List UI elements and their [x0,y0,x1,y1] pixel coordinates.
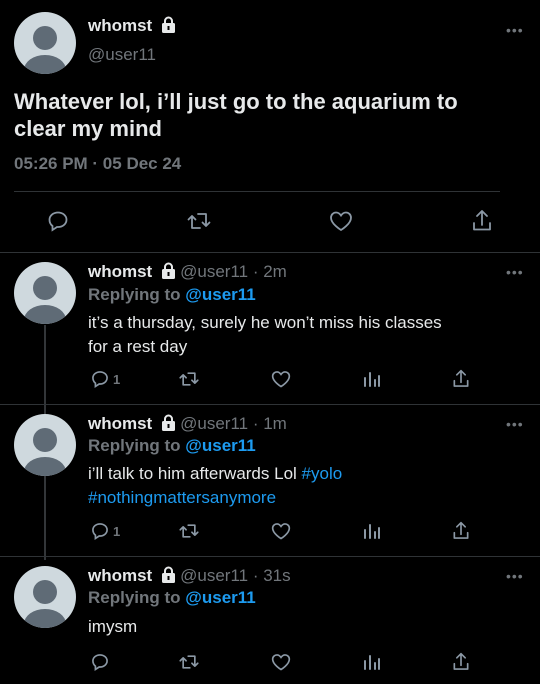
handle-and-time[interactable]: @user11 · 2m [180,262,287,281]
tweet-text-line: imysm [88,617,138,636]
avatar[interactable] [14,566,76,628]
handle-and-time[interactable]: @user11 · 31s [180,566,291,585]
share-button[interactable] [470,208,494,234]
reply-count: 1 [113,523,121,539]
analytics-button[interactable] [362,652,382,672]
handle[interactable]: @user11 [88,45,156,65]
heart-icon [271,371,291,388]
tweet-text: i’ll talk to him afterwards Lol #yolo #n… [88,462,342,510]
retweet-icon [179,655,199,669]
retweet-button[interactable] [178,369,200,389]
share-icon [453,369,469,387]
display-name[interactable]: whomst [88,414,152,433]
like-button[interactable] [270,521,292,541]
like-button[interactable] [270,369,292,389]
retweet-button[interactable] [186,209,212,233]
share-icon [453,521,469,539]
reply-icon [92,523,108,541]
heart-icon [330,211,352,232]
reply-button[interactable] [46,209,70,233]
more-options-icon[interactable]: ••• [506,568,524,584]
reply-icon [48,211,68,232]
analytics-icon [364,372,380,387]
tweet-text-line: it’s a thursday, surely he won’t miss hi… [88,313,442,332]
divider [0,404,540,405]
divider [14,191,500,192]
reply-button[interactable] [90,652,113,672]
share-button[interactable] [451,651,471,673]
more-options-icon[interactable]: ••• [506,22,524,38]
more-options-icon[interactable]: ••• [506,416,524,432]
divider [0,556,540,557]
share-icon [473,210,491,231]
retweet-icon [187,213,211,229]
timestamp[interactable]: 05:26 PM · 05 Dec 24 [14,154,181,174]
replying-to-label: Replying to [88,588,186,607]
replying-to-label: Replying to [88,285,186,304]
avatar[interactable] [14,12,76,74]
tweet-text-line: clear my mind [14,116,162,141]
like-button[interactable] [328,209,354,233]
tweet-text: imysm [88,615,137,639]
handle-and-time[interactable]: @user11 · 1m [180,414,287,433]
avatar[interactable] [14,414,76,476]
retweet-icon [179,372,199,386]
retweet-button[interactable] [178,521,200,541]
avatar[interactable] [14,262,76,324]
display-name[interactable]: whomst [88,16,152,35]
share-button[interactable] [451,520,471,542]
share-button[interactable] [451,368,471,390]
tweet-text: Whatever lol, i’ll just go to the aquari… [14,88,458,142]
heart-icon [271,523,291,540]
divider [0,252,540,253]
hashtag-link[interactable]: #nothingmattersanymore [88,488,276,507]
reply-count: 1 [113,371,121,387]
analytics-icon [364,655,380,670]
lock-icon [161,566,176,588]
reply-icon [92,371,108,389]
mention-link[interactable]: @user11 [185,588,255,607]
tweet-text-line: i’ll talk to him afterwards Lol [88,464,302,483]
mention-link[interactable]: @user11 [185,285,255,304]
lock-icon [161,262,176,284]
analytics-button[interactable] [362,521,382,541]
like-button[interactable] [270,652,292,672]
tweet-text-line: for a rest day [88,337,188,356]
replying-to-label: Replying to [88,436,186,455]
analytics-icon [364,524,380,539]
heart-icon [271,654,291,671]
reply-icon [92,654,108,672]
analytics-button[interactable] [362,369,382,389]
more-options-icon[interactable]: ••• [506,264,524,280]
hashtag-link[interactable]: #yolo [302,464,343,483]
reply-button[interactable]: 1 [90,369,120,389]
tweet-text: it’s a thursday, surely he won’t miss hi… [88,311,442,359]
share-icon [453,652,469,670]
retweet-icon [179,524,199,538]
display-name[interactable]: whomst [88,262,152,281]
display-name[interactable]: whomst [88,566,152,585]
reply-button[interactable]: 1 [90,521,120,541]
mention-link[interactable]: @user11 [185,436,255,455]
tweet-text-line: Whatever lol, i’ll just go to the aquari… [14,89,458,114]
retweet-button[interactable] [178,652,200,672]
lock-icon [161,16,176,38]
lock-icon [161,414,176,436]
